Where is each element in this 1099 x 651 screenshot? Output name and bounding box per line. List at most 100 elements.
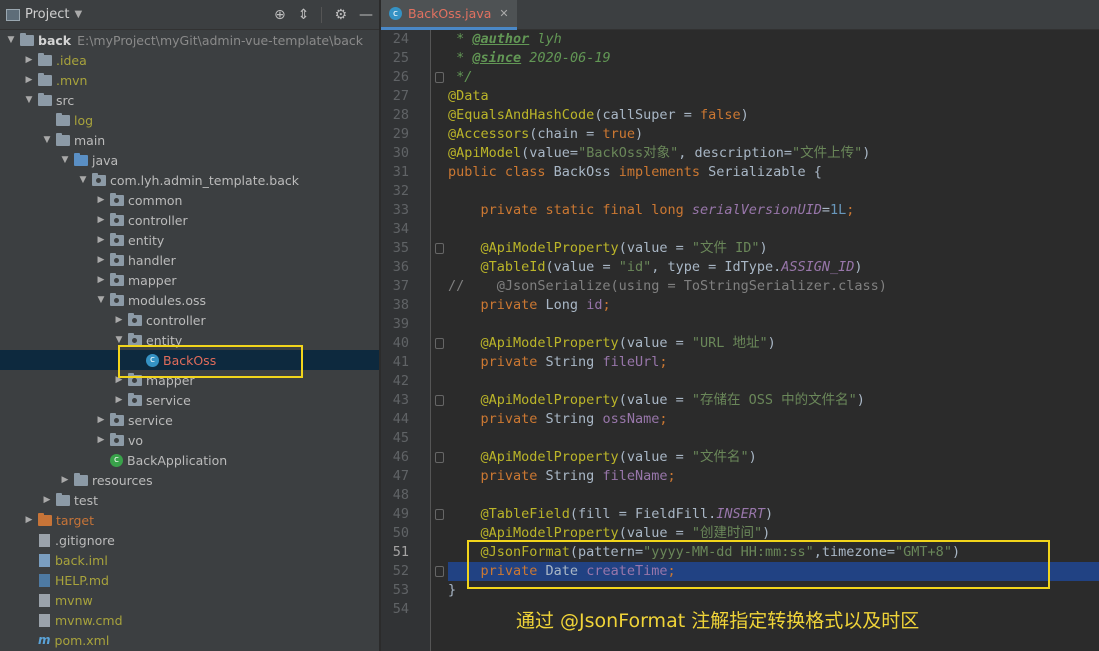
code-line[interactable]: 46 @ApiModelProperty(value = "文件名") xyxy=(381,448,1099,467)
line-number: 35 xyxy=(392,240,409,256)
code-line[interactable]: 42 xyxy=(381,372,1099,391)
code-line[interactable]: 39 xyxy=(381,315,1099,334)
expanded-arrow-icon[interactable]: ▼ xyxy=(40,135,54,145)
code-line[interactable]: 24 * @author lyh xyxy=(381,30,1099,49)
code-line[interactable]: 43 @ApiModelProperty(value = "存储在 OSS 中的… xyxy=(381,391,1099,410)
tree-item[interactable]: mvnw.cmd xyxy=(0,610,379,630)
hide-panel-icon[interactable]: — xyxy=(359,7,373,23)
tree-item[interactable]: ▼ back E:\myProject\myGit\admin-vue-templa… xyxy=(0,30,379,50)
tree-item[interactable]: ▶ entity xyxy=(0,230,379,250)
collapsed-arrow-icon[interactable]: ▶ xyxy=(94,195,108,205)
code-line[interactable]: 34 xyxy=(381,220,1099,239)
tree-item[interactable]: ▶ controller xyxy=(0,310,379,330)
fold-marker-icon[interactable] xyxy=(435,338,444,349)
tree-item-label: target xyxy=(56,512,95,528)
collapse-all-icon[interactable]: ⇕ xyxy=(298,7,310,23)
collapsed-arrow-icon[interactable]: ▶ xyxy=(94,215,108,225)
tree-item[interactable]: ▶ service xyxy=(0,410,379,430)
collapsed-arrow-icon[interactable]: ▶ xyxy=(22,515,36,525)
collapsed-arrow-icon[interactable]: ▶ xyxy=(94,235,108,245)
tree-item[interactable]: m pom.xml xyxy=(0,630,379,650)
code-line[interactable]: 35 @ApiModelProperty(value = "文件 ID") xyxy=(381,239,1099,258)
tree-item[interactable]: back.iml xyxy=(0,550,379,570)
package-icon xyxy=(110,212,124,226)
tree-item[interactable]: ▶ target xyxy=(0,510,379,530)
code-line[interactable]: 25 * @since 2020-06-19 xyxy=(381,49,1099,68)
fold-marker-icon[interactable] xyxy=(435,509,444,520)
fold-marker-icon[interactable] xyxy=(435,566,444,577)
tree-item[interactable]: ▶ .mvn xyxy=(0,70,379,90)
code-line[interactable]: 28 @EqualsAndHashCode(callSuper = false) xyxy=(381,106,1099,125)
expanded-arrow-icon[interactable]: ▼ xyxy=(22,95,36,105)
tree-item[interactable]: ▼ src xyxy=(0,90,379,110)
code-line[interactable]: 45 xyxy=(381,429,1099,448)
tree-item[interactable]: ▶ vo xyxy=(0,430,379,450)
tree-item[interactable]: ▼ main xyxy=(0,130,379,150)
tree-item[interactable]: .gitignore xyxy=(0,530,379,550)
fold-marker-icon[interactable] xyxy=(435,395,444,406)
tree-item-label: com.lyh.admin_template.back xyxy=(110,172,299,188)
collapsed-arrow-icon[interactable]: ▶ xyxy=(94,435,108,445)
collapsed-arrow-icon[interactable]: ▶ xyxy=(58,475,72,485)
code-line[interactable]: 37 // @JsonSerialize(using = ToStringSeri… xyxy=(381,277,1099,296)
code-line[interactable]: 41 private String fileUrl; xyxy=(381,353,1099,372)
collapsed-arrow-icon[interactable]: ▶ xyxy=(40,495,54,505)
tree-item[interactable]: ▶ service xyxy=(0,390,379,410)
expanded-arrow-icon[interactable]: ▼ xyxy=(58,155,72,165)
view-dropdown-icon[interactable]: ▼ xyxy=(74,9,82,20)
tree-item-label: .gitignore xyxy=(55,532,115,548)
code-line[interactable]: 40 @ApiModelProperty(value = "URL 地址") xyxy=(381,334,1099,353)
collapsed-arrow-icon[interactable]: ▶ xyxy=(22,55,36,65)
line-number: 43 xyxy=(392,392,409,408)
collapsed-arrow-icon[interactable]: ▶ xyxy=(112,315,126,325)
locate-file-icon[interactable]: ⊕ xyxy=(274,7,286,23)
code-text: @ApiModelProperty(value = "文件名") xyxy=(448,449,757,465)
close-tab-icon[interactable]: ✕ xyxy=(499,7,508,20)
tree-item[interactable]: ▶ test xyxy=(0,490,379,510)
code-line[interactable]: 32 xyxy=(381,182,1099,201)
tree-item[interactable]: ▶ common xyxy=(0,190,379,210)
gear-icon[interactable]: ⚙ xyxy=(334,7,347,23)
expanded-arrow-icon[interactable]: ▼ xyxy=(76,175,90,185)
maven-icon: m xyxy=(38,633,51,647)
tree-item[interactable]: HELP.md xyxy=(0,570,379,590)
collapsed-arrow-icon[interactable]: ▶ xyxy=(94,255,108,265)
collapsed-arrow-icon[interactable]: ▶ xyxy=(112,395,126,405)
project-tree[interactable]: ▼ back E:\myProject\myGit\admin-vue-templa… xyxy=(0,30,379,651)
fold-marker-icon[interactable] xyxy=(435,452,444,463)
project-view-title[interactable]: Project xyxy=(25,7,69,22)
tree-item[interactable]: ▼ com.lyh.admin_template.back xyxy=(0,170,379,190)
code-line[interactable]: 26 */ xyxy=(381,68,1099,87)
tree-item[interactable]: ▶ handler xyxy=(0,250,379,270)
code-line[interactable]: 30 @ApiModel(value="BackOss对象", descripti… xyxy=(381,144,1099,163)
code-line[interactable]: 44 private String ossName; xyxy=(381,410,1099,429)
fold-marker-icon[interactable] xyxy=(435,72,444,83)
code-line[interactable]: 27 @Data xyxy=(381,87,1099,106)
tree-item[interactable]: ▼ java xyxy=(0,150,379,170)
collapsed-arrow-icon[interactable]: ▶ xyxy=(22,75,36,85)
code-line[interactable]: 36 @TableId(value = "id", type = IdType.… xyxy=(381,258,1099,277)
collapsed-arrow-icon[interactable]: ▶ xyxy=(94,275,108,285)
expanded-arrow-icon[interactable]: ▼ xyxy=(4,35,18,45)
code-line[interactable]: 31 public class BackOss implements Serial… xyxy=(381,163,1099,182)
expanded-arrow-icon[interactable]: ▼ xyxy=(94,295,108,305)
code-line[interactable]: 49 @TableField(fill = FieldFill.INSERT) xyxy=(381,505,1099,524)
tree-item[interactable]: ▶ controller xyxy=(0,210,379,230)
tree-item[interactable]: log xyxy=(0,110,379,130)
tab-backoss-java[interactable]: c BackOss.java ✕ xyxy=(381,0,517,30)
tree-item[interactable]: ▶ .idea xyxy=(0,50,379,70)
code-line[interactable]: 29 @Accessors(chain = true) xyxy=(381,125,1099,144)
code-line[interactable]: 47 private String fileName; xyxy=(381,467,1099,486)
tree-item[interactable]: mvnw xyxy=(0,590,379,610)
expanded-arrow-icon[interactable]: ▼ xyxy=(112,335,126,345)
code-line[interactable]: 38 private Long id; xyxy=(381,296,1099,315)
project-tool-window: Project ▼ ⊕ ⇕ ⚙ — ▼ back E:\myProject\myGi… xyxy=(0,0,380,651)
collapsed-arrow-icon[interactable]: ▶ xyxy=(94,415,108,425)
tree-item[interactable]: ▼ modules.oss xyxy=(0,290,379,310)
tree-item[interactable]: c BackApplication xyxy=(0,450,379,470)
tree-item[interactable]: ▶ resources xyxy=(0,470,379,490)
code-line[interactable]: 33 private static final long serialVersi… xyxy=(381,201,1099,220)
fold-marker-icon[interactable] xyxy=(435,243,444,254)
code-line[interactable]: 48 xyxy=(381,486,1099,505)
tree-item[interactable]: ▶ mapper xyxy=(0,270,379,290)
